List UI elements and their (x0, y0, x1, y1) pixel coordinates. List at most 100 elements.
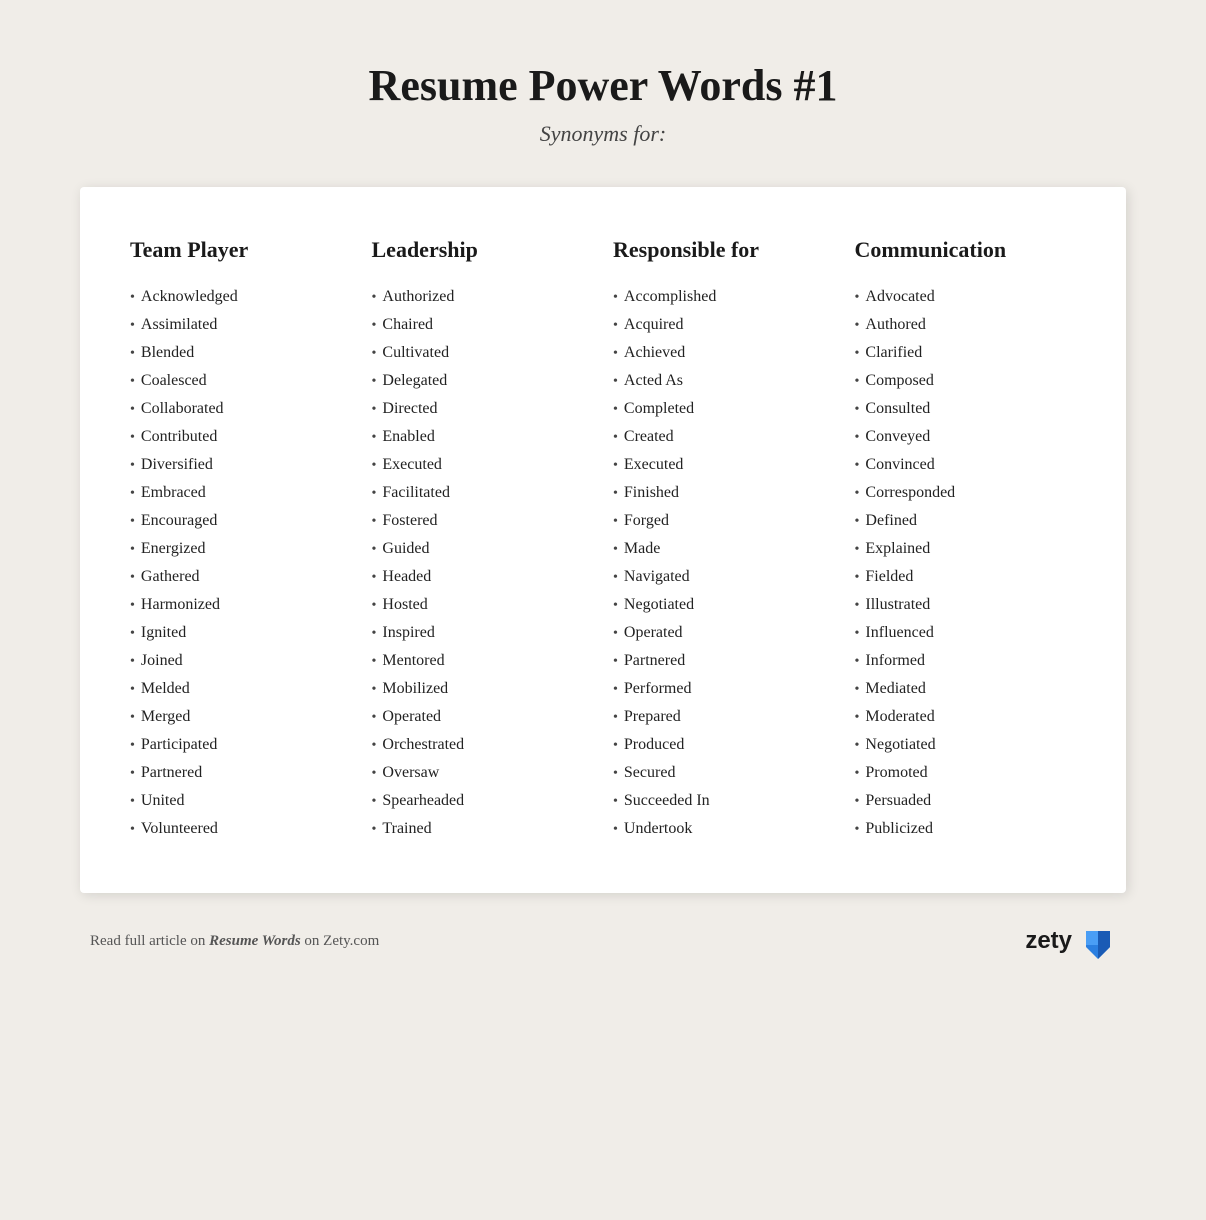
list-item: Fostered (372, 507, 594, 535)
list-item: Mediated (855, 675, 1077, 703)
list-item: Promoted (855, 759, 1077, 787)
list-item: Operated (613, 619, 835, 647)
list-item: Merged (130, 703, 352, 731)
list-item: Forged (613, 507, 835, 535)
list-item: Prepared (613, 703, 835, 731)
column-header-2: Responsible for (613, 237, 835, 263)
list-item: Collaborated (130, 395, 352, 423)
list-item: Cultivated (372, 339, 594, 367)
list-item: Defined (855, 507, 1077, 535)
list-item: Consulted (855, 395, 1077, 423)
list-item: Harmonized (130, 591, 352, 619)
list-item: Coalesced (130, 367, 352, 395)
list-item: Convinced (855, 451, 1077, 479)
list-item: Mentored (372, 647, 594, 675)
page-wrapper: Resume Power Words #1 Synonyms for: Team… (20, 20, 1186, 1200)
main-title: Resume Power Words #1 (369, 60, 838, 111)
list-item: Ignited (130, 619, 352, 647)
list-item: Clarified (855, 339, 1077, 367)
list-item: Moderated (855, 703, 1077, 731)
list-item: Operated (372, 703, 594, 731)
list-item: Conveyed (855, 423, 1077, 451)
column-header-3: Communication (855, 237, 1077, 263)
list-item: Made (613, 535, 835, 563)
list-item: Joined (130, 647, 352, 675)
list-item: Melded (130, 675, 352, 703)
list-item: Oversaw (372, 759, 594, 787)
list-item: Influenced (855, 619, 1077, 647)
list-item: Delegated (372, 367, 594, 395)
list-item: Partnered (613, 647, 835, 675)
list-item: Facilitated (372, 479, 594, 507)
list-item: Advocated (855, 283, 1077, 311)
list-item: Corresponded (855, 479, 1077, 507)
list-item: Negotiated (855, 731, 1077, 759)
list-item: Trained (372, 815, 594, 843)
list-item: Persuaded (855, 787, 1077, 815)
list-item: Achieved (613, 339, 835, 367)
footer-link-text: Resume Words (209, 933, 301, 949)
footer-text: Read full article on Resume Words on Zet… (90, 933, 379, 950)
word-list-1: AuthorizedChairedCultivatedDelegatedDire… (372, 283, 594, 843)
list-item: Explained (855, 535, 1077, 563)
list-item: Secured (613, 759, 835, 787)
list-item: Orchestrated (372, 731, 594, 759)
list-item: Hosted (372, 591, 594, 619)
list-item: Embraced (130, 479, 352, 507)
list-item: Volunteered (130, 815, 352, 843)
list-item: Mobilized (372, 675, 594, 703)
list-item: Completed (613, 395, 835, 423)
column-header-1: Leadership (372, 237, 594, 263)
word-list-0: AcknowledgedAssimilatedBlendedCoalescedC… (130, 283, 352, 843)
logo-text: zety (1025, 927, 1072, 955)
list-item: Headed (372, 563, 594, 591)
list-item: Acquired (613, 311, 835, 339)
list-item: Chaired (372, 311, 594, 339)
list-item: Illustrated (855, 591, 1077, 619)
list-item: Authored (855, 311, 1077, 339)
subtitle: Synonyms for: (540, 121, 666, 147)
word-list-2: AccomplishedAcquiredAchievedActed AsComp… (613, 283, 835, 843)
column-2: Responsible for AccomplishedAcquiredAchie… (613, 237, 835, 843)
list-item: Encouraged (130, 507, 352, 535)
list-item: Gathered (130, 563, 352, 591)
list-item: Diversified (130, 451, 352, 479)
list-item: Finished (613, 479, 835, 507)
column-1: Leadership AuthorizedChairedCultivatedDel… (372, 237, 594, 843)
list-item: Spearheaded (372, 787, 594, 815)
column-3: CommunicationAdvocatedAuthoredClarifiedC… (855, 237, 1077, 843)
list-item: United (130, 787, 352, 815)
list-item: Blended (130, 339, 352, 367)
column-header-0: Team Player (130, 237, 352, 263)
list-item: Created (613, 423, 835, 451)
list-item: Directed (372, 395, 594, 423)
list-item: Contributed (130, 423, 352, 451)
list-item: Performed (613, 675, 835, 703)
list-item: Assimilated (130, 311, 352, 339)
list-item: Publicized (855, 815, 1077, 843)
list-item: Fielded (855, 563, 1077, 591)
list-item: Acted As (613, 367, 835, 395)
content-card: Team Player AcknowledgedAssimilatedBlende… (80, 187, 1126, 893)
list-item: Executed (613, 451, 835, 479)
list-item: Acknowledged (130, 283, 352, 311)
list-item: Navigated (613, 563, 835, 591)
list-item: Participated (130, 731, 352, 759)
column-0: Team Player AcknowledgedAssimilatedBlende… (130, 237, 352, 843)
list-item: Energized (130, 535, 352, 563)
list-item: Undertook (613, 815, 835, 843)
list-item: Partnered (130, 759, 352, 787)
list-item: Authorized (372, 283, 594, 311)
columns-grid: Team Player AcknowledgedAssimilatedBlende… (130, 237, 1076, 843)
list-item: Composed (855, 367, 1077, 395)
list-item: Produced (613, 731, 835, 759)
logo-area: zety (1025, 923, 1116, 959)
list-item: Accomplished (613, 283, 835, 311)
list-item: Guided (372, 535, 594, 563)
list-item: Informed (855, 647, 1077, 675)
list-item: Inspired (372, 619, 594, 647)
logo-icon (1080, 923, 1116, 959)
list-item: Negotiated (613, 591, 835, 619)
list-item: Enabled (372, 423, 594, 451)
list-item: Succeeded In (613, 787, 835, 815)
